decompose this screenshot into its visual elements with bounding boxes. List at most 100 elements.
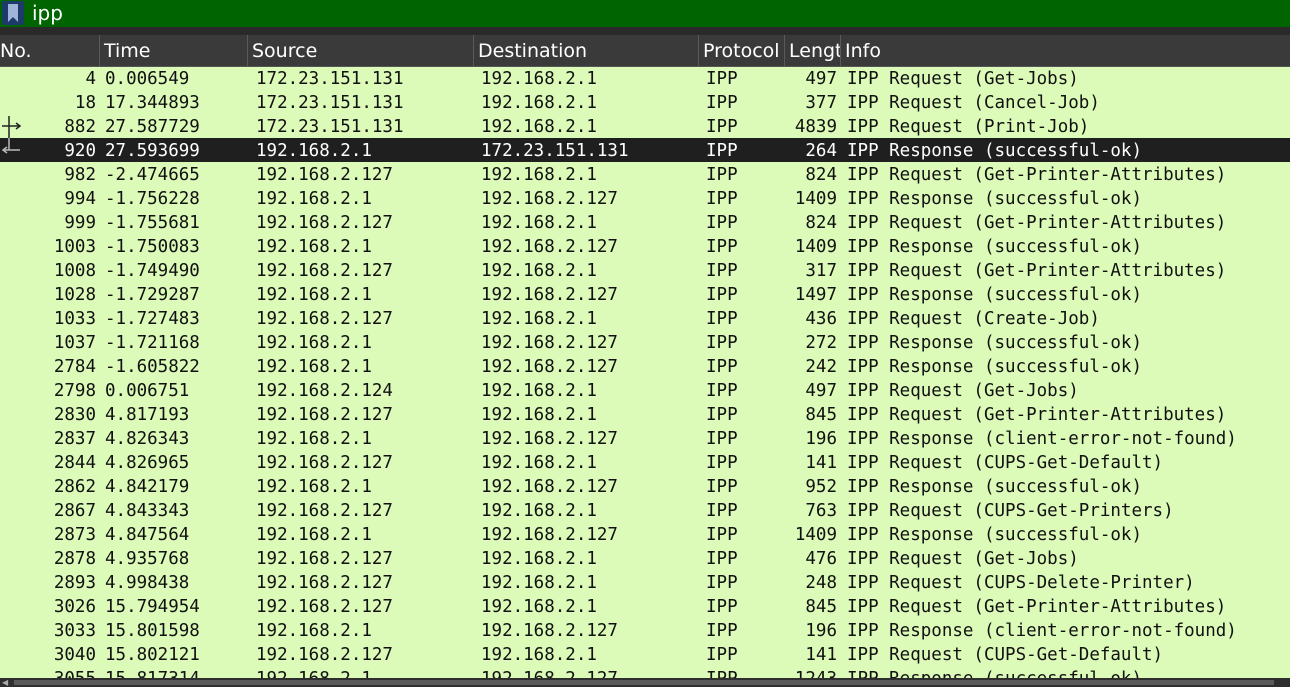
packet-source: 192.168.2.1 [256, 285, 372, 305]
packet-row[interactable]: 920 27.593699 192.168.2.1 172.23.151.131 IPP… [0, 138, 1290, 162]
packet-row[interactable]: 1008 -1.749490 192.168.2.127 192.168.2.1 IPP… [0, 258, 1290, 282]
packet-length: 141 [805, 645, 837, 665]
packet-row[interactable]: 2867 4.843343 192.168.2.127 192.168.2.1 IPP 7… [0, 498, 1290, 522]
packet-protocol: IPP [706, 453, 738, 473]
packet-protocol: IPP [706, 141, 738, 161]
packet-time: -1.756228 [105, 189, 200, 209]
packet-row[interactable]: 1037 -1.721168 192.168.2.1 192.168.2.127 IPP… [0, 330, 1290, 354]
packet-protocol: IPP [706, 645, 738, 665]
packet-row[interactable]: 4 0.006549 172.23.151.131 192.168.2.1 IPP 497… [0, 66, 1290, 90]
packet-number: 3055 [0, 666, 96, 678]
packet-row[interactable]: 18 17.344893 172.23.151.131 192.168.2.1 IPP 3… [0, 90, 1290, 114]
packet-source: 192.168.2.127 [256, 165, 393, 185]
packet-destination: 192.168.2.1 [481, 309, 597, 329]
packet-length: 497 [805, 381, 837, 401]
packet-row[interactable]: 1033 -1.727483 192.168.2.127 192.168.2.1 IPP… [0, 306, 1290, 330]
packet-length: 952 [805, 477, 837, 497]
packet-row[interactable]: 1003 -1.750083 192.168.2.1 192.168.2.127 IPP… [0, 234, 1290, 258]
packet-protocol: IPP [706, 165, 738, 185]
packet-protocol: IPP [706, 573, 738, 593]
column-header-time[interactable]: Time [100, 35, 248, 66]
packet-row[interactable]: 2830 4.817193 192.168.2.127 192.168.2.1 IPP 8… [0, 402, 1290, 426]
packet-length: 1409 [794, 189, 837, 209]
packet-number: 982 [64, 165, 96, 185]
packet-source: 192.168.2.127 [256, 645, 393, 665]
column-header-no[interactable]: No. [0, 35, 100, 66]
packet-destination: 192.168.2.1 [481, 93, 597, 113]
packet-source: 192.168.2.1 [256, 621, 372, 641]
packet-length: 497 [805, 69, 837, 89]
column-header-destination[interactable]: Destination [474, 35, 699, 66]
packet-length: 824 [805, 165, 837, 185]
packet-row[interactable]: 2837 4.826343 192.168.2.1 192.168.2.127 IPP 1… [0, 426, 1290, 450]
packet-time: 4.817193 [105, 405, 190, 425]
packet-protocol: IPP [706, 525, 738, 545]
packet-list-header: No. Time Source Destination Protocol Len… [0, 35, 1290, 67]
packet-row[interactable]: 3026 15.794954 192.168.2.127 192.168.2.1 IPP… [0, 594, 1290, 618]
packet-protocol: IPP [706, 189, 738, 209]
packet-length: 4839 [794, 117, 837, 137]
packet-row[interactable]: 2862 4.842179 192.168.2.1 192.168.2.127 IPP 9… [0, 474, 1290, 498]
column-header-info[interactable]: Info [841, 35, 1290, 66]
packet-row[interactable]: 982 -2.474665 192.168.2.127 192.168.2.1 IPP 8… [0, 162, 1290, 186]
packet-info: IPP Request (Get-Printer-Attributes) [847, 597, 1227, 617]
packet-length: 1497 [794, 285, 837, 305]
scroll-left-icon[interactable]: ◀ [2, 678, 8, 687]
packet-source: 192.168.2.1 [256, 189, 372, 209]
packet-row[interactable]: 2878 4.935768 192.168.2.127 192.168.2.1 IPP 4… [0, 546, 1290, 570]
packet-list: 4 0.006549 172.23.151.131 192.168.2.1 IPP 497… [0, 66, 1290, 678]
packet-row[interactable]: 994 -1.756228 192.168.2.1 192.168.2.127 IPP 1… [0, 186, 1290, 210]
packet-row[interactable]: 2893 4.998438 192.168.2.127 192.168.2.1 IPP 2… [0, 570, 1290, 594]
packet-info: IPP Request (CUPS-Get-Printers) [847, 501, 1174, 521]
packet-source: 192.168.2.127 [256, 453, 393, 473]
packet-length: 141 [805, 453, 837, 473]
display-filter-bar: ipp [0, 0, 1290, 27]
column-header-source[interactable]: Source [248, 35, 474, 66]
packet-source: 192.168.2.127 [256, 309, 393, 329]
packet-time: 27.587729 [105, 117, 200, 137]
packet-time: 4.826343 [105, 429, 190, 449]
packet-time: 4.847564 [105, 525, 190, 545]
packet-source: 192.168.2.1 [256, 429, 372, 449]
bookmark-icon[interactable] [2, 1, 24, 25]
packet-info: IPP Request (CUPS-Get-Default) [847, 453, 1164, 473]
packet-row[interactable]: 3055 15.817314 192.168.2.1 192.168.2.127 IPP… [0, 666, 1290, 678]
packet-row[interactable]: 3033 15.801598 192.168.2.1 192.168.2.127 IPP… [0, 618, 1290, 642]
column-header-protocol[interactable]: Protocol [699, 35, 785, 66]
packet-protocol: IPP [706, 405, 738, 425]
packet-length: 845 [805, 597, 837, 617]
packet-source: 192.168.2.1 [256, 357, 372, 377]
packet-source: 192.168.2.1 [256, 333, 372, 353]
packet-length: 1243 [786, 666, 837, 678]
packet-number: 2844 [53, 453, 96, 473]
packet-row[interactable]: 999 -1.755681 192.168.2.127 192.168.2.1 IPP 8… [0, 210, 1290, 234]
toolbar-separator [0, 27, 1290, 35]
packet-row[interactable]: 2844 4.826965 192.168.2.127 192.168.2.1 IPP 1… [0, 450, 1290, 474]
packet-row[interactable]: 3040 15.802121 192.168.2.127 192.168.2.1 IPP… [0, 642, 1290, 666]
packet-destination: 192.168.2.1 [481, 381, 597, 401]
packet-protocol: IPP [706, 213, 738, 233]
packet-row[interactable]: 2798 0.006751 192.168.2.124 192.168.2.1 IPP 4… [0, 378, 1290, 402]
packet-time: 17.344893 [105, 93, 200, 113]
column-header-length[interactable]: Lengt [785, 35, 841, 66]
packet-row[interactable]: 2784 -1.605822 192.168.2.1 192.168.2.127 IPP… [0, 354, 1290, 378]
packet-length: 476 [805, 549, 837, 569]
packet-destination: 192.168.2.1 [481, 597, 597, 617]
packet-row[interactable]: 2873 4.847564 192.168.2.1 192.168.2.127 IPP 1… [0, 522, 1290, 546]
packet-info: IPP Request (Get-Jobs) [847, 381, 1079, 401]
scrollbar-thumb[interactable] [14, 680, 1274, 685]
packet-time: -1.729287 [105, 285, 200, 305]
packet-row[interactable]: 1028 -1.729287 192.168.2.1 192.168.2.127 IPP… [0, 282, 1290, 306]
packet-protocol: IPP [706, 285, 738, 305]
packet-row[interactable]: 882 27.587729 172.23.151.131 192.168.2.1 IPP… [0, 114, 1290, 138]
packet-source: 172.23.151.131 [256, 117, 404, 137]
packet-protocol: IPP [706, 429, 738, 449]
packet-info: IPP Response (successful-ok) [847, 237, 1143, 257]
packet-info: IPP Request (Cancel-Job) [847, 93, 1100, 113]
horizontal-scrollbar[interactable]: ◀ [0, 678, 1290, 687]
packet-time: -2.474665 [105, 165, 200, 185]
display-filter-input[interactable]: ipp [32, 0, 63, 27]
packet-protocol: IPP [706, 309, 738, 329]
packet-length: 763 [805, 501, 837, 521]
packet-length: 436 [805, 309, 837, 329]
